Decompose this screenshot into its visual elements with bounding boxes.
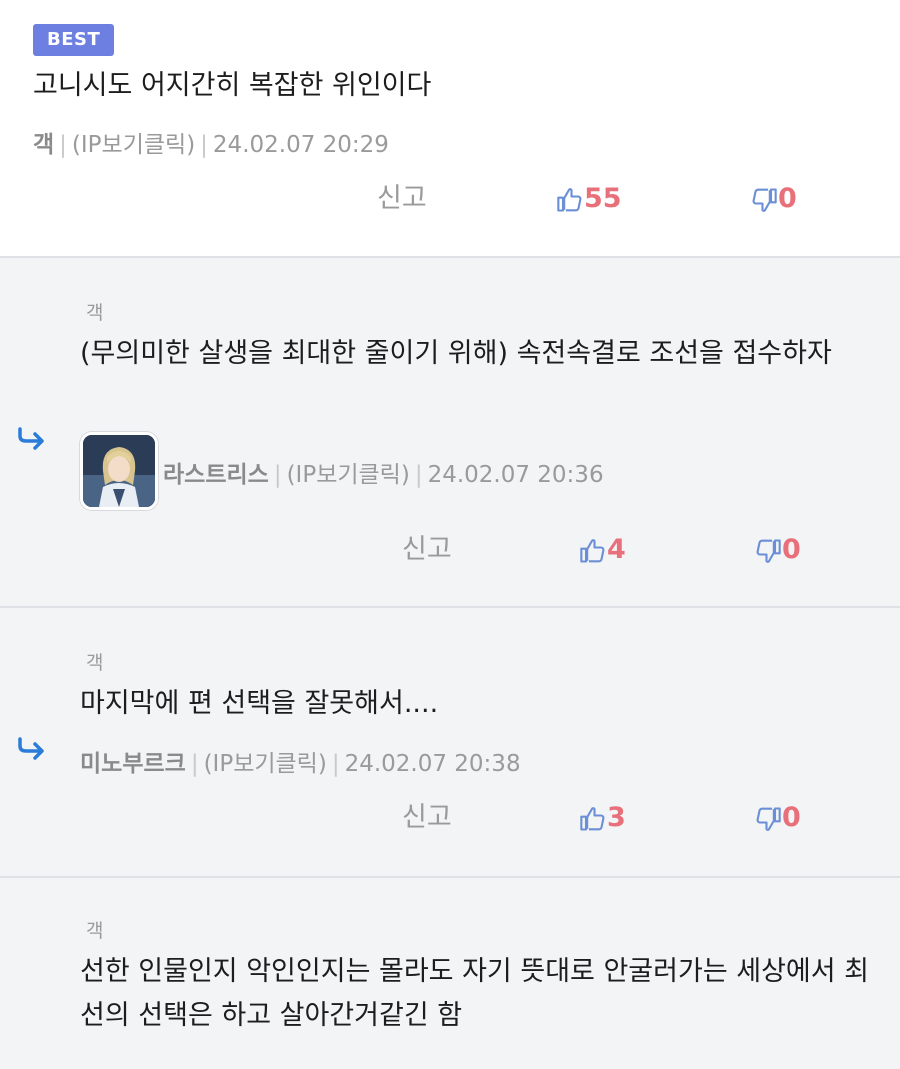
author-nick[interactable]: 객: [33, 132, 54, 158]
parent-nick: 객: [86, 652, 104, 674]
meta-separator: |: [331, 751, 340, 777]
reply-comment: 객 선한 인물인지 악인인지는 몰라도 자기 뜻대로 안굴러가는 세상에서 최선…: [0, 878, 900, 1069]
meta-separator: |: [190, 751, 199, 777]
downvote-count: 0: [778, 183, 797, 214]
thumbs-up-icon: [557, 187, 582, 212]
meta-separator: |: [59, 132, 67, 158]
reply-comment: 객 (무의미한 살생을 최대한 줄이기 위해) 속전속결로 조선을 접수하자 라…: [0, 258, 900, 608]
comment-text: 마지막에 편 선택을 잘못해서....: [80, 688, 439, 719]
upvote-button[interactable]: 4: [579, 530, 626, 570]
reply-arrow-icon: [18, 737, 44, 760]
downvote-count: 0: [782, 534, 801, 565]
reply-comment: 객 마지막에 편 선택을 잘못해서.... 미노부르크 | (IP보기클릭) | 24.…: [0, 608, 900, 878]
comment-list: BEST 고니시도 어지간히 복잡한 위인이다 객 | (IP보기클릭) | 24.02…: [0, 0, 900, 1069]
comment-text: 고니시도 어지간히 복잡한 위인이다: [33, 70, 432, 101]
downvote-button[interactable]: 0: [754, 798, 801, 838]
ip-link[interactable]: (IP보기클릭): [72, 132, 195, 158]
downvote-count: 0: [782, 802, 801, 833]
comment-date: 24.02.07 20:29: [212, 132, 389, 158]
avatar[interactable]: [80, 432, 158, 510]
reply-arrow-icon: [18, 427, 44, 450]
comment-meta: 라스트리스 | (IP보기클릭) | 24.02.07 20:36: [163, 455, 604, 489]
best-badge: BEST: [33, 24, 115, 56]
thumbs-down-icon: [756, 538, 781, 563]
comment-date: 24.02.07 20:36: [427, 462, 604, 488]
thumbs-down-icon: [756, 806, 781, 831]
parent-nick: 객: [86, 920, 104, 942]
downvote-button[interactable]: 0: [750, 179, 797, 219]
report-button[interactable]: 신고: [402, 798, 452, 838]
comment-meta: 미노부르크 | (IP보기클릭) | 24.02.07 20:38: [80, 744, 521, 778]
thumbs-up-icon: [580, 538, 605, 563]
ip-link[interactable]: (IP보기클릭): [204, 751, 327, 777]
upvote-count: 3: [607, 802, 626, 833]
parent-nick: 객: [86, 302, 104, 324]
thumbs-down-icon: [752, 187, 777, 212]
meta-separator: |: [200, 132, 208, 158]
author-nick[interactable]: 미노부르크: [80, 751, 186, 777]
avatar-image: [83, 435, 155, 507]
comment-actions: 신고 55 0: [0, 179, 900, 219]
report-button[interactable]: 신고: [402, 530, 452, 570]
thumbs-up-icon: [580, 806, 605, 831]
meta-separator: |: [273, 462, 282, 488]
comment-actions: 신고 3 0: [0, 798, 900, 838]
comment-actions: 신고 4 0: [0, 530, 900, 570]
comment-text: 선한 인물인지 악인인지는 몰라도 자기 뜻대로 안굴러가는 세상에서 최선의 …: [80, 956, 870, 1031]
meta-separator: |: [414, 462, 423, 488]
upvote-count: 4: [607, 534, 626, 565]
comment-text: (무의미한 살생을 최대한 줄이기 위해) 속전속결로 조선을 접수하자: [80, 338, 832, 369]
best-comment: BEST 고니시도 어지간히 복잡한 위인이다 객 | (IP보기클릭) | 24.02…: [0, 0, 900, 258]
report-button[interactable]: 신고: [377, 179, 427, 219]
downvote-button[interactable]: 0: [754, 530, 801, 570]
comment-meta: 객 | (IP보기클릭) | 24.02.07 20:29: [33, 125, 389, 159]
upvote-button[interactable]: 55: [556, 179, 622, 219]
ip-link[interactable]: (IP보기클릭): [287, 462, 410, 488]
author-nick[interactable]: 라스트리스: [163, 462, 269, 488]
comment-date: 24.02.07 20:38: [344, 751, 521, 777]
upvote-button[interactable]: 3: [579, 798, 626, 838]
upvote-count: 55: [584, 183, 622, 214]
